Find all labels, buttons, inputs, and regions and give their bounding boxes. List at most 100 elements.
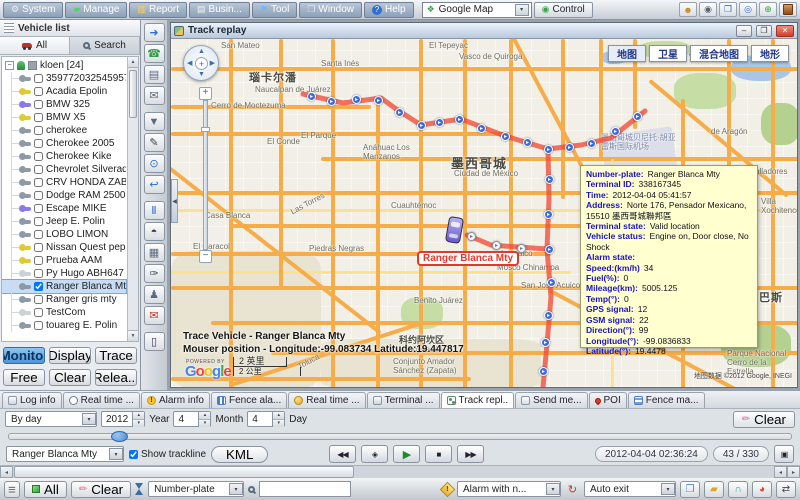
pen-button[interactable]: ✎ [144, 133, 165, 152]
clear-button[interactable]: Clear [49, 369, 91, 386]
mail-status-button[interactable]: ✉ [144, 306, 165, 325]
monitor-button[interactable]: Monitor [3, 347, 45, 364]
handset-button[interactable]: ▯ [144, 332, 165, 351]
chevron-down-icon[interactable]: ▾ [515, 4, 529, 16]
vehicle-row[interactable]: Nissan Quest pepe [2, 241, 126, 254]
menu-help[interactable]: ?Help [364, 2, 414, 18]
free-button[interactable]: Free [3, 369, 45, 386]
chevron-down-icon[interactable]: ▾ [229, 483, 243, 495]
vehicle-checkbox[interactable] [34, 243, 43, 252]
vehicle-row-selected[interactable]: Ranger Blanca Mty [2, 280, 126, 293]
mode-select[interactable]: By day▾ [5, 411, 97, 427]
vehicle-checkbox[interactable] [34, 217, 43, 226]
map-zoom-control[interactable]: + − [199, 87, 212, 263]
map-provider-select[interactable]: ❖ Google Map ▾ [422, 2, 532, 18]
zoom-in-button[interactable]: + [199, 87, 212, 100]
vehicle-checkbox[interactable] [34, 321, 43, 330]
spin-down-icon[interactable]: ▾ [199, 420, 210, 427]
vehicle-row[interactable]: Chevrolet Silverado [2, 163, 126, 176]
waypoint-marker[interactable] [327, 97, 336, 106]
vehicle-checkbox[interactable] [34, 282, 43, 291]
panel-icon[interactable]: ❐ [719, 2, 737, 17]
camera-button[interactable]: ▤ [144, 65, 165, 84]
waypoint-marker[interactable] [435, 118, 444, 127]
vehicle-checkbox[interactable] [34, 204, 43, 213]
scroll-up-icon[interactable]: ▲ [128, 57, 138, 68]
waypoint-marker[interactable] [352, 95, 361, 104]
menu-window[interactable]: ❐Window [299, 2, 362, 18]
rewind-button[interactable]: ◀◀ [329, 445, 356, 463]
call-button[interactable]: ☎ [144, 44, 165, 63]
vehicle-row[interactable]: LOBO LIMON [2, 228, 126, 241]
panel-icon[interactable]: ❐ [680, 481, 700, 498]
waypoint-marker[interactable] [307, 92, 316, 101]
vehicle-checkbox[interactable] [34, 113, 43, 122]
alarm-mode-select[interactable]: Alarm with n...▾ [457, 481, 561, 497]
vehicle-row[interactable]: BMW X5 [2, 111, 126, 124]
all-button[interactable]: All [24, 481, 67, 498]
horizontal-scrollbar[interactable]: ◂ ◂ ▸ [0, 465, 800, 478]
spin-up-icon[interactable]: ▴ [273, 412, 284, 420]
zoom-track[interactable] [203, 100, 208, 250]
filter-field-select[interactable]: Number-plate▾ [148, 481, 244, 497]
vehicle-row[interactable]: BMW 325 [2, 98, 126, 111]
menu-manage[interactable]: ▰Manage [65, 2, 127, 18]
tree-scrollbar[interactable]: ▲ ▼ [127, 57, 138, 341]
map-type-map[interactable]: 地图 [608, 45, 646, 62]
waypoint-marker[interactable] [587, 139, 596, 148]
pan-right-icon[interactable]: ▶ [210, 60, 215, 67]
vehicle-row[interactable]: Ranger gris mty [2, 293, 126, 306]
folder-icon[interactable]: ▰ [704, 481, 724, 498]
filter-button[interactable]: ▼ [144, 112, 165, 131]
waypoint-marker[interactable] [417, 121, 426, 130]
switch-screen-icon[interactable]: ⇄ [776, 481, 796, 498]
waypoint-marker[interactable] [547, 278, 556, 287]
pan-left-icon[interactable]: ◀ [187, 60, 192, 67]
vehicle-checkbox[interactable] [34, 74, 43, 83]
waypoint-marker[interactable] [501, 132, 510, 141]
vehicle-checkbox[interactable] [34, 269, 43, 278]
expand-button[interactable]: ▣ [774, 445, 794, 463]
tab-terminal[interactable]: Terminal ... [367, 392, 440, 408]
status-clear-button[interactable]: ✏Clear [71, 481, 131, 498]
vehicle-checkbox[interactable] [34, 152, 43, 161]
year-spinner[interactable]: 2012▴▾ [101, 411, 145, 427]
vehicle-checkbox[interactable] [34, 100, 43, 109]
collapse-icon[interactable]: − [5, 61, 14, 70]
vehicle-row[interactable]: CRV HONDA ZAB [2, 176, 126, 189]
release-button[interactable]: Relea... [95, 369, 137, 386]
chevron-down-icon[interactable]: ▾ [661, 483, 675, 495]
fast-forward-button[interactable]: ▶▶ [457, 445, 484, 463]
waypoint-marker[interactable] [539, 367, 548, 376]
vehicle-row[interactable]: touareg E. Polin [2, 319, 126, 332]
scroll-down-icon[interactable]: ▼ [128, 330, 138, 341]
vehicle-row[interactable]: Dodge RAM 2500 [2, 189, 126, 202]
user-icon[interactable]: ☻ [679, 2, 697, 17]
close-button[interactable]: ✕ [776, 25, 794, 37]
chevron-down-icon[interactable]: ▾ [82, 413, 96, 425]
tree-root[interactable]: − kloen [24] [2, 58, 126, 72]
search-input[interactable] [259, 481, 351, 497]
waypoint-marker[interactable] [455, 115, 464, 124]
scroll-right-icon[interactable]: ▸ [787, 466, 800, 478]
waypoint-marker[interactable] [611, 127, 620, 136]
send-route-button[interactable]: ➜ [144, 23, 165, 42]
vehicle-checkbox[interactable] [34, 230, 43, 239]
chevron-down-icon[interactable]: ▾ [109, 448, 123, 460]
vehicle-row[interactable]: Py Hugo ABH647 [2, 267, 126, 280]
edit-doc-button[interactable]: ✑ [144, 264, 165, 283]
replay-vehicle-select[interactable]: Ranger Blanca Mty▾ [6, 446, 124, 462]
waypoint-marker[interactable] [565, 143, 574, 152]
binoculars-icon[interactable]: ◉ [699, 2, 717, 17]
vehicle-row[interactable]: cherokee [2, 124, 126, 137]
day-spinner[interactable]: 4▴▾ [247, 411, 285, 427]
auto-exit-select[interactable]: Auto exit▾ [584, 481, 676, 497]
chevron-down-icon[interactable]: ▾ [546, 483, 560, 495]
scroll-thumb[interactable] [14, 466, 354, 478]
play-button[interactable]: ▶ [393, 445, 420, 463]
waypoint-marker[interactable] [544, 210, 553, 219]
pause-button[interactable]: Ⅱ [144, 201, 165, 220]
waypoint-marker[interactable] [545, 245, 554, 254]
tab-alarm-info[interactable]: Alarm info [141, 392, 210, 408]
vehicle-checkbox[interactable] [34, 256, 43, 265]
